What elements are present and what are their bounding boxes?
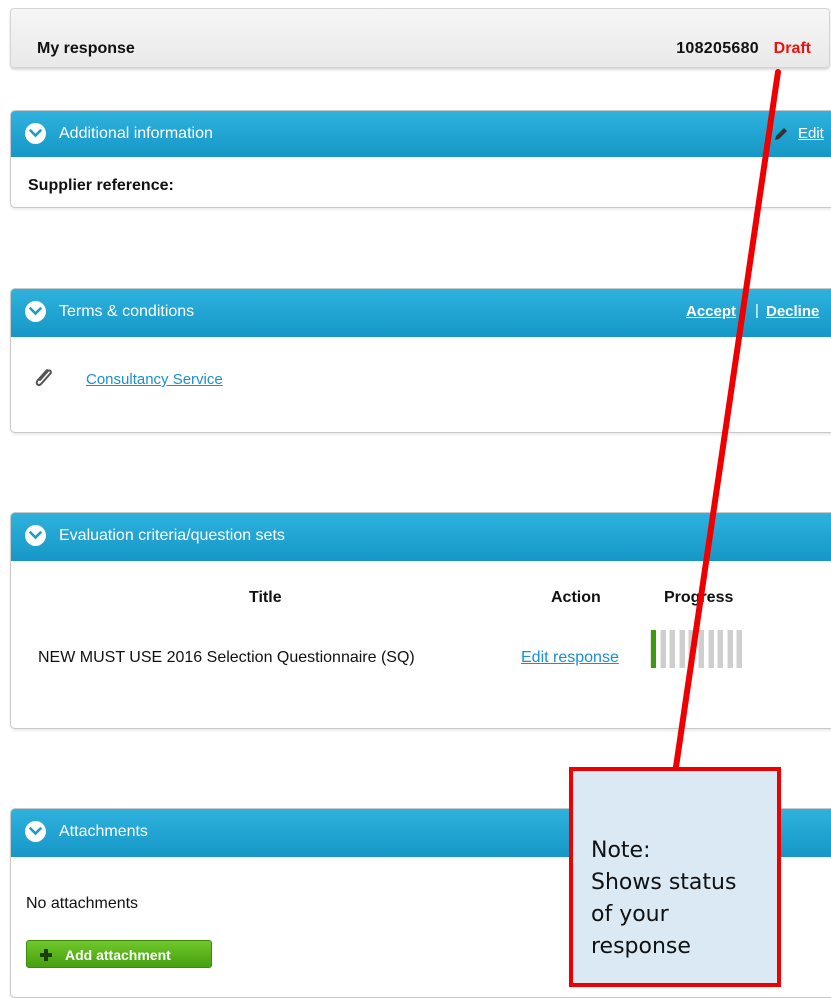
edit-response-link[interactable]: Edit response: [521, 649, 619, 667]
chevron-down-icon[interactable]: [25, 123, 46, 144]
progress-segment: [650, 630, 656, 668]
plus-icon: [39, 948, 53, 965]
note-line: of your: [591, 902, 669, 927]
additional-information-title: Additional information: [59, 125, 213, 142]
supplier-reference-label: Supplier reference:: [28, 177, 174, 194]
progress-segment: [688, 630, 695, 668]
terms-conditions-header[interactable]: Terms & conditions Accept | Decline: [11, 289, 831, 337]
page-title: My response: [37, 40, 135, 57]
progress-segment: [698, 630, 704, 668]
paperclip-icon: [33, 366, 55, 395]
column-header-action: Action: [551, 589, 601, 606]
progress-segment: [659, 630, 666, 668]
evaluation-criteria-panel: Evaluation criteria/question sets Title …: [10, 512, 831, 729]
chevron-down-icon[interactable]: [25, 301, 46, 322]
add-attachment-label: Add attachment: [65, 947, 171, 963]
evaluation-criteria-title: Evaluation criteria/question sets: [59, 527, 285, 544]
consultancy-service-link[interactable]: Consultancy Service: [86, 371, 223, 388]
evaluation-criteria-header[interactable]: Evaluation criteria/question sets: [11, 513, 831, 561]
accept-terms-link[interactable]: Accept: [686, 303, 736, 320]
note-line: response: [591, 934, 691, 959]
status-badge: Draft: [773, 40, 811, 57]
additional-information-panel: Additional information Edit Supplier ref…: [10, 110, 831, 208]
progress-segment: [669, 630, 676, 668]
progress-segment: [736, 630, 743, 668]
question-set-title: NEW MUST USE 2016 Selection Questionnair…: [38, 649, 415, 666]
additional-information-header[interactable]: Additional information Edit: [11, 111, 831, 157]
column-header-title: Title: [249, 589, 282, 606]
edit-additional-info-link[interactable]: Edit: [798, 125, 824, 142]
response-header: My response 108205680 Draft: [10, 8, 830, 68]
terms-conditions-panel: Terms & conditions Accept | Decline Cons…: [10, 288, 831, 433]
progress-segment: [707, 630, 714, 668]
chevron-down-icon[interactable]: [25, 821, 46, 842]
progress-segment: [678, 630, 685, 668]
decline-terms-link[interactable]: Decline: [766, 303, 819, 320]
note-line: Note:: [591, 838, 651, 863]
pencil-icon[interactable]: [773, 126, 789, 147]
progress-segment: [717, 630, 724, 668]
link-separator: |: [755, 302, 759, 319]
attachments-title: Attachments: [59, 823, 148, 840]
annotation-note: Note: Shows status of your response: [569, 767, 781, 987]
chevron-down-icon[interactable]: [25, 525, 46, 546]
add-attachment-button[interactable]: Add attachment: [26, 940, 212, 968]
note-line: Shows status: [591, 870, 737, 895]
no-attachments-text: No attachments: [26, 895, 139, 912]
terms-conditions-title: Terms & conditions: [59, 303, 195, 320]
progress-segment: [726, 630, 733, 668]
column-header-progress: Progress: [664, 589, 734, 606]
response-id: 108205680: [676, 40, 759, 57]
